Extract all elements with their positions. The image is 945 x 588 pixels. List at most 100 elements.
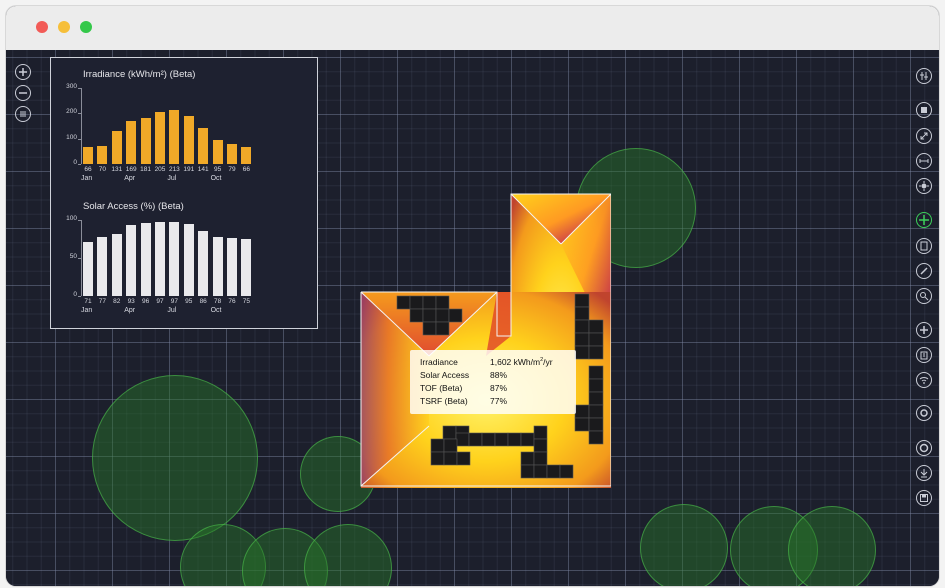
month-label: Apr [124, 307, 136, 314]
move-tool-button[interactable] [916, 212, 932, 228]
bar-aug[interactable] [183, 223, 194, 296]
building-icon [920, 351, 928, 360]
value-label: 181 [140, 166, 152, 173]
save-icon [920, 494, 928, 502]
layers-icon [20, 111, 26, 117]
value-label: 78 [213, 298, 222, 305]
irradiance-unit: /yr [543, 357, 553, 367]
add-tool-button[interactable] [916, 322, 932, 338]
bar-sep[interactable] [198, 230, 209, 296]
bar-nov[interactable] [227, 143, 237, 164]
wifi-tool-button[interactable] [916, 372, 932, 388]
layers-tool-button[interactable] [15, 106, 31, 122]
bar-apr[interactable] [126, 121, 137, 164]
settings-sliders-tool-button[interactable] [916, 68, 932, 84]
y-tick-mark [78, 88, 81, 89]
y-tick-mark [78, 220, 81, 221]
bar-jun[interactable] [155, 112, 165, 164]
value-label: 131 [111, 166, 123, 173]
circle-icon [919, 443, 929, 453]
month-label: Jul [167, 175, 177, 182]
bar-aug[interactable] [183, 115, 194, 164]
download-tool-button[interactable] [916, 465, 932, 481]
bar-oct[interactable] [212, 236, 223, 296]
gear-tool-button[interactable] [916, 405, 932, 421]
bar-feb[interactable] [97, 237, 108, 296]
value-label: 205 [154, 166, 166, 173]
tree-shade[interactable] [92, 375, 258, 541]
measure-tool-button[interactable] [916, 153, 932, 169]
close-window-icon[interactable] [36, 21, 48, 33]
bar-jul[interactable] [169, 222, 180, 296]
value-label: 97 [170, 298, 178, 305]
bar-dec[interactable] [241, 239, 252, 296]
value-label: 79 [228, 166, 236, 173]
bar-sep[interactable] [198, 128, 209, 164]
value-label: 75 [242, 298, 250, 305]
value-label: 77 [98, 298, 106, 305]
pencil-tool-button[interactable] [916, 263, 932, 279]
search-tool-button[interactable] [916, 288, 932, 304]
bar-may[interactable] [140, 118, 151, 164]
building-tool-button[interactable] [916, 347, 932, 363]
value-label: 71 [84, 298, 92, 305]
y-tick-mark [78, 113, 81, 115]
bar-dec[interactable] [241, 147, 252, 164]
bar-may[interactable] [140, 223, 151, 296]
y-tick-label: 50 [69, 253, 77, 260]
bar-jan[interactable] [83, 147, 93, 164]
bar-apr[interactable] [126, 225, 137, 296]
value-label: 141 [197, 166, 209, 173]
value-label: 97 [156, 298, 164, 305]
save-tool-button[interactable] [916, 490, 932, 506]
stop-tool-button[interactable] [916, 102, 932, 118]
resize-tool-button[interactable] [916, 128, 932, 144]
value-label: 86 [199, 298, 207, 305]
bar-jun[interactable] [155, 222, 165, 296]
value-label: 96 [141, 298, 150, 305]
value-label: 70 [98, 166, 106, 173]
panel-tool-button[interactable] [916, 238, 932, 254]
value-label: 191 [183, 166, 195, 173]
y-tick-mark [78, 138, 81, 140]
circle-tool-button[interactable] [916, 440, 932, 456]
zoom-out-tool-button[interactable] [15, 85, 31, 101]
value-label: 213 [168, 166, 180, 173]
design-canvas[interactable]: Irradiance 1,602 kWh/m2/yr Solar Access 88… [6, 50, 939, 586]
add-icon [920, 326, 928, 334]
bar-mar[interactable] [111, 233, 122, 296]
resize-icon [920, 132, 928, 140]
value-label: 93 [127, 298, 135, 305]
app-window: Irradiance 1,602 kWh/m2/yr Solar Access 88… [6, 6, 939, 586]
month-label: Oct [210, 175, 222, 182]
value-label: 76 [228, 298, 236, 305]
tof-label: TOF (Beta) [420, 383, 463, 393]
measure-icon [919, 159, 929, 163]
bar-jul[interactable] [169, 110, 180, 164]
roof-model[interactable] [351, 186, 611, 488]
sun-tool-button[interactable] [916, 178, 932, 194]
value-label: 169 [125, 166, 137, 173]
bar-mar[interactable] [111, 130, 122, 164]
tof-value: 87% [490, 383, 508, 393]
maximize-window-icon[interactable] [80, 21, 92, 33]
download-icon [920, 469, 928, 478]
tree-shade[interactable] [304, 524, 392, 586]
bar-feb[interactable] [97, 146, 108, 164]
zoom-in-tool-button[interactable] [15, 64, 31, 80]
zoom-in-icon [19, 68, 27, 76]
y-tick-mark [78, 258, 81, 259]
irradiance-chart-title: Irradiance (kWh/m²) (Beta) [83, 69, 195, 80]
zoom-out-icon [19, 92, 27, 94]
month-label: Oct [210, 307, 222, 314]
bar-oct[interactable] [212, 139, 223, 164]
value-label: 66 [84, 166, 92, 173]
y-tick-label: 100 [66, 133, 77, 141]
bar-jan[interactable] [83, 242, 93, 296]
minimize-window-icon[interactable] [58, 21, 70, 33]
value-label: 95 [185, 298, 193, 305]
bar-nov[interactable] [227, 238, 237, 296]
tree-shade[interactable] [788, 506, 876, 586]
value-label: 95 [213, 166, 222, 173]
tree-shade[interactable] [640, 504, 728, 586]
